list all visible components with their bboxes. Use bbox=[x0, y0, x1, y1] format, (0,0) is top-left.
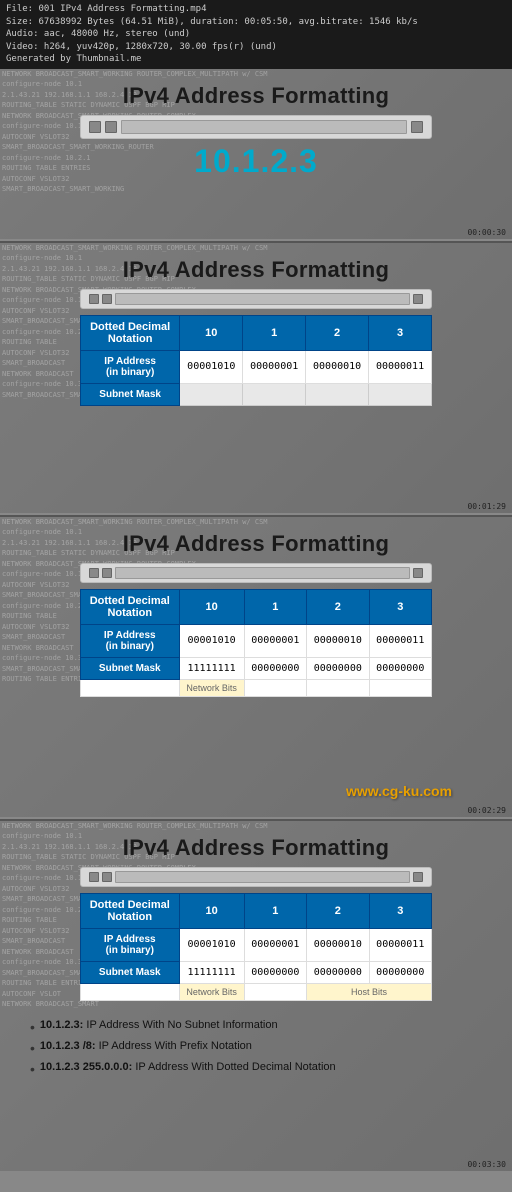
ip-oct1-2: 00001010 bbox=[180, 350, 243, 383]
bullet-bold-2: 10.1.2.3 /8: bbox=[40, 1040, 96, 1052]
bullet-bold-1: 10.1.2.3: bbox=[40, 1019, 83, 1031]
ip-oct2-2: 00000001 bbox=[243, 350, 306, 383]
ip-oct4-3: 00000011 bbox=[369, 624, 431, 657]
bullet-desc-2: IP Address With Prefix Notation bbox=[99, 1040, 252, 1052]
header-3-2: 3 bbox=[369, 315, 432, 350]
subnet-oct1-4: 11111111 bbox=[179, 961, 244, 983]
ip-oct2-4: 00000001 bbox=[244, 928, 306, 961]
host-bits-label-4: Host Bits bbox=[307, 983, 432, 1000]
header-ddn-2: Dotted DecimalNotation bbox=[81, 315, 180, 350]
file-line4: Video: h264, yuv420p, 1280x720, 30.00 fp… bbox=[6, 41, 506, 54]
header-10-3: 10 bbox=[179, 589, 244, 624]
row-label-ip-2: IP Address(in binary) bbox=[81, 350, 180, 383]
timestamp-2: 00:01:29 bbox=[467, 502, 506, 511]
file-line1: File: 001 IPv4 Address Formatting.mp4 bbox=[6, 3, 506, 16]
file-info: File: 001 IPv4 Address Formatting.mp4 Si… bbox=[0, 0, 512, 69]
subnet-oct3-3: 00000000 bbox=[307, 657, 369, 679]
ip-oct3-3: 00000010 bbox=[307, 624, 369, 657]
ip-oct1-4: 00001010 bbox=[179, 928, 244, 961]
bits-empty3-3 bbox=[369, 679, 431, 696]
bits-empty2-3 bbox=[307, 679, 369, 696]
header-10-2: 10 bbox=[180, 315, 243, 350]
bullet-dot-3: • bbox=[30, 1061, 35, 1078]
bits-empty1-3 bbox=[244, 679, 306, 696]
section4-title: IPv4 Address Formatting bbox=[0, 835, 512, 861]
header-10-4: 10 bbox=[179, 893, 244, 928]
table-2: Dotted DecimalNotation 10 1 2 3 IP Addre… bbox=[80, 315, 432, 406]
header-2-2: 2 bbox=[306, 315, 369, 350]
bullet-text-3: 10.1.2.3 255.0.0.0: IP Address With Dott… bbox=[40, 1061, 336, 1073]
header-3-4: 3 bbox=[369, 893, 431, 928]
header-1-2: 1 bbox=[243, 315, 306, 350]
timestamp-3: 00:02:29 bbox=[467, 806, 506, 815]
file-line3: Audio: aac, 48000 Hz, stereo (und) bbox=[6, 28, 506, 41]
header-ddn-4: Dotted DecimalNotation bbox=[81, 893, 180, 928]
subnet-oct4-2 bbox=[369, 383, 432, 405]
bullet-bold-3: 10.1.2.3 255.0.0.0: bbox=[40, 1061, 132, 1073]
ip-oct2-3: 00000001 bbox=[244, 624, 306, 657]
network-bits-label-4: Network Bits bbox=[179, 983, 244, 1000]
watermark: www.cg-ku.com bbox=[346, 783, 452, 799]
section2-title: IPv4 Address Formatting bbox=[0, 257, 512, 283]
bullet-dot-1: • bbox=[30, 1019, 35, 1036]
subnet-oct1-3: 11111111 bbox=[179, 657, 244, 679]
row-label-ip-4: IP Address(in binary) bbox=[81, 928, 180, 961]
section-1: NETWORK BROADCAST_SMART_WORKING ROUTER_C… bbox=[0, 69, 512, 239]
header-1-3: 1 bbox=[244, 589, 306, 624]
subnet-oct3-4: 00000000 bbox=[307, 961, 369, 983]
network-bits-label-3: Network Bits bbox=[179, 679, 244, 696]
bits-label-empty-4 bbox=[81, 983, 180, 1000]
subnet-oct4-4: 00000000 bbox=[369, 961, 431, 983]
subnet-oct4-3: 00000000 bbox=[369, 657, 431, 679]
row-label-subnet-2: Subnet Mask bbox=[81, 383, 180, 405]
header-2-4: 2 bbox=[307, 893, 369, 928]
row-label-ip-3: IP Address(in binary) bbox=[81, 624, 180, 657]
bits-mid1-4 bbox=[244, 983, 306, 1000]
section3-title: IPv4 Address Formatting bbox=[0, 531, 512, 557]
subnet-oct3-2 bbox=[306, 383, 369, 405]
bullet-dot-2: • bbox=[30, 1040, 35, 1057]
subnet-oct1-2 bbox=[180, 383, 243, 405]
ip-address-display: 10.1.2.3 bbox=[0, 143, 512, 180]
bullet-item-1: • 10.1.2.3: IP Address With No Subnet In… bbox=[30, 1019, 492, 1036]
header-ddn-3: Dotted DecimalNotation bbox=[81, 589, 180, 624]
bullet-text-2: 10.1.2.3 /8: IP Address With Prefix Nota… bbox=[40, 1040, 252, 1052]
file-line5: Generated by Thumbnail.me bbox=[6, 53, 506, 66]
header-2-3: 2 bbox=[307, 589, 369, 624]
ip-oct4-4: 00000011 bbox=[369, 928, 431, 961]
subnet-oct2-2 bbox=[243, 383, 306, 405]
subnet-oct2-4: 00000000 bbox=[244, 961, 306, 983]
bullet-item-3: • 10.1.2.3 255.0.0.0: IP Address With Do… bbox=[30, 1061, 492, 1078]
row-label-subnet-4: Subnet Mask bbox=[81, 961, 180, 983]
bits-label-empty-3 bbox=[81, 679, 180, 696]
section1-title: IPv4 Address Formatting bbox=[0, 83, 512, 109]
table-3: Dotted DecimalNotation 10 1 2 3 IP Addre… bbox=[80, 589, 432, 697]
timestamp-1: 00:00:30 bbox=[467, 228, 506, 237]
row-label-subnet-3: Subnet Mask bbox=[81, 657, 180, 679]
bullet-desc-3: IP Address With Dotted Decimal Notation bbox=[135, 1061, 335, 1073]
bullet-desc-1: IP Address With No Subnet Information bbox=[86, 1019, 277, 1031]
section-4: NETWORK BROADCAST_SMART_WORKING ROUTER_C… bbox=[0, 821, 512, 1171]
bullet-text-1: 10.1.2.3: IP Address With No Subnet Info… bbox=[40, 1019, 278, 1031]
timestamp-4: 00:03:30 bbox=[467, 1160, 506, 1169]
ip-oct4-2: 00000011 bbox=[369, 350, 432, 383]
bullet-item-2: • 10.1.2.3 /8: IP Address With Prefix No… bbox=[30, 1040, 492, 1057]
header-1-4: 1 bbox=[244, 893, 306, 928]
header-3-3: 3 bbox=[369, 589, 431, 624]
bullet-list: • 10.1.2.3: IP Address With No Subnet In… bbox=[0, 1007, 512, 1089]
ip-oct3-2: 00000010 bbox=[306, 350, 369, 383]
ip-oct3-4: 00000010 bbox=[307, 928, 369, 961]
section-3: NETWORK BROADCAST_SMART_WORKING ROUTER_C… bbox=[0, 517, 512, 817]
file-line2: Size: 67638992 Bytes (64.51 MiB), durati… bbox=[6, 16, 506, 29]
section-2: NETWORK BROADCAST_SMART_WORKING ROUTER_C… bbox=[0, 243, 512, 513]
ip-oct1-3: 00001010 bbox=[179, 624, 244, 657]
table-4: Dotted DecimalNotation 10 1 2 3 IP Addre… bbox=[80, 893, 432, 1001]
subnet-oct2-3: 00000000 bbox=[244, 657, 306, 679]
